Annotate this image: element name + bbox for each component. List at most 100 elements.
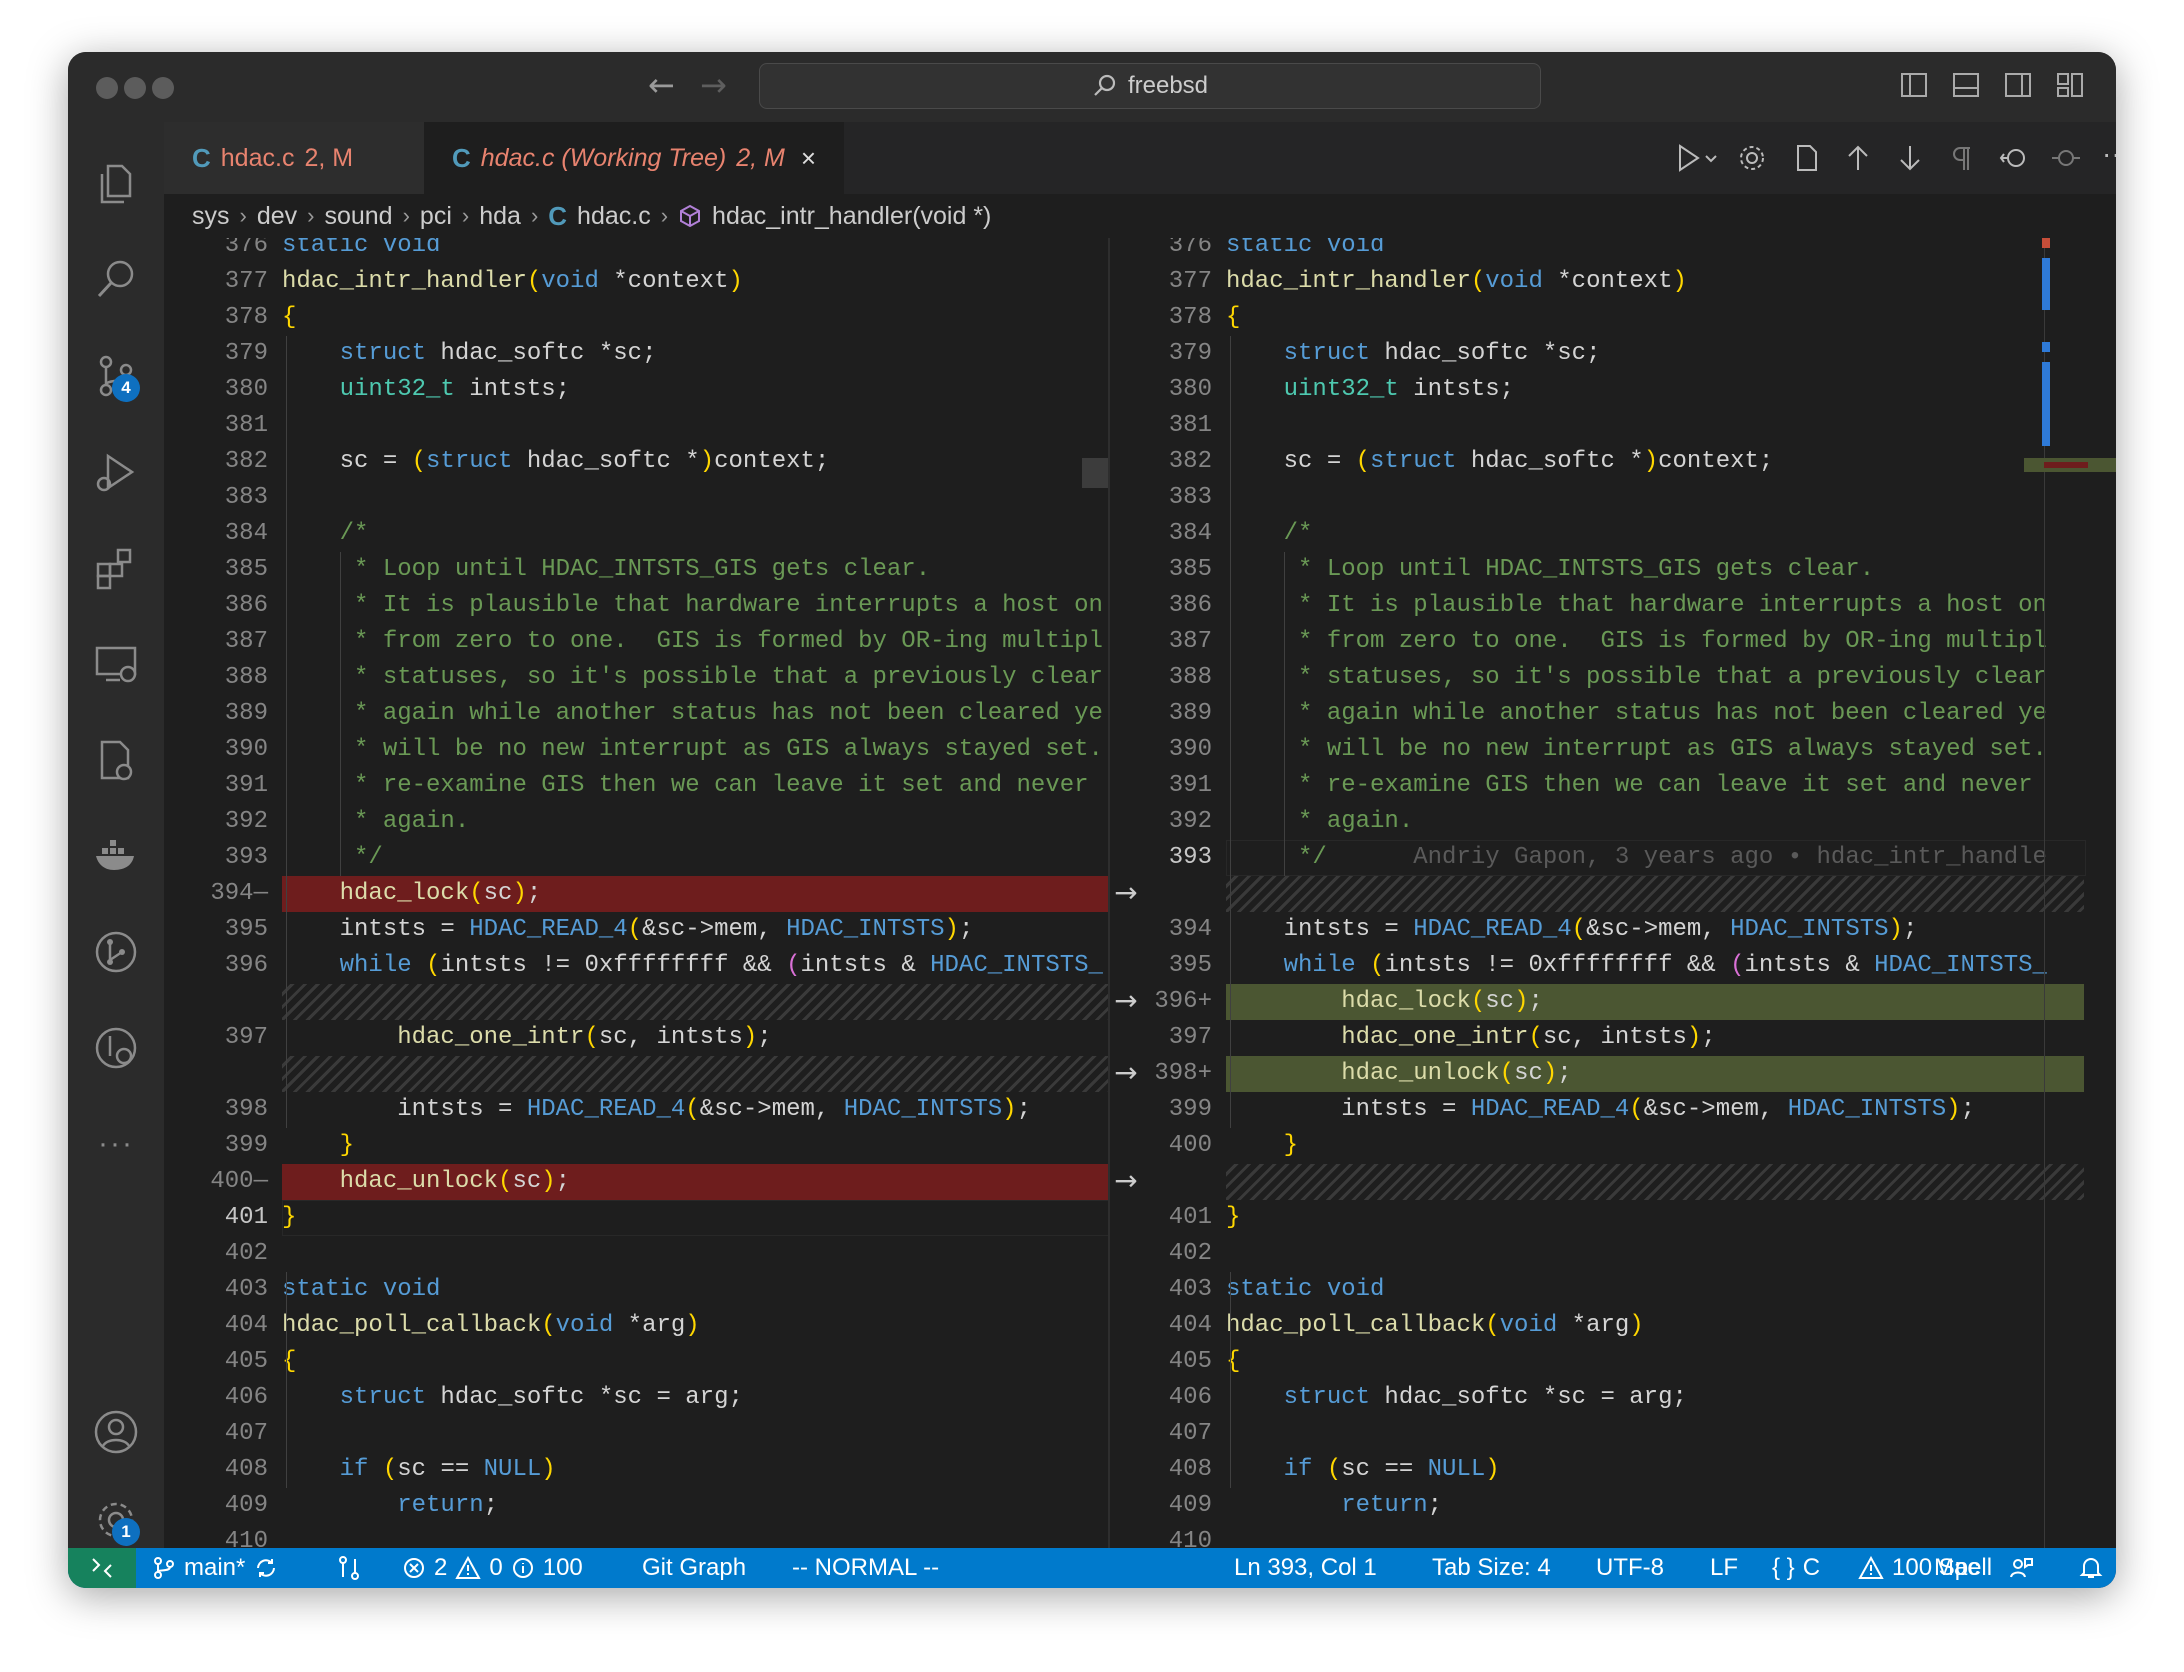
code-line[interactable]: 401} (164, 1199, 1108, 1236)
code-line[interactable]: 391 * re-examine GIS then we can leave i… (164, 768, 1108, 804)
more-views-button[interactable]: ··· (88, 1116, 144, 1172)
code-line[interactable]: 385 * Loop until HDAC_INTSTS_GIS gets cl… (1108, 552, 2116, 588)
revert-change-arrow-icon[interactable]: → (1108, 984, 1144, 1017)
code-line[interactable]: 376 static void (1108, 238, 2116, 264)
code-line[interactable]: 390 * will be no new interrupt as GIS al… (164, 732, 1108, 768)
code-line[interactable]: 391 * re-examine GIS then we can leave i… (1108, 768, 2116, 804)
code-line[interactable]: 408 if (sc == NULL) (1108, 1452, 2116, 1488)
command-center-search[interactable]: freebsd (759, 63, 1541, 109)
code-line[interactable]: 389 * again while another status has not… (1108, 696, 2116, 732)
code-line[interactable]: 401} (1108, 1200, 2116, 1236)
code-line[interactable]: 403 static void (1108, 1272, 2116, 1308)
breadcrumb-dev[interactable]: dev (257, 202, 297, 231)
code-line[interactable]: 385 * Loop until HDAC_INTSTS_GIS gets cl… (164, 552, 1108, 588)
language-status[interactable]: { } C (1772, 1548, 1820, 1588)
code-line[interactable]: 389 * again while another status has not… (164, 696, 1108, 732)
customize-layout-icon[interactable] (2055, 70, 2085, 100)
live-share-status[interactable] (2008, 1548, 2034, 1588)
breadcrumb-sys[interactable]: sys (192, 202, 230, 231)
code-line[interactable]: 395 while (intsts != 0xffffffff && (ints… (1108, 948, 2116, 984)
toggle-inline-icon[interactable] (2050, 142, 2082, 174)
code-line[interactable]: 388 * statuses, so it's possible that a … (1108, 660, 2116, 696)
toggle-secondary-sidebar-icon[interactable] (2003, 70, 2033, 100)
tab-size-status[interactable]: Tab Size: 4 (1432, 1548, 1551, 1588)
code-line[interactable]: 377 hdac_intr_handler(void *context) (1108, 264, 2116, 300)
breadcrumb-file[interactable]: hdac.c (577, 202, 651, 231)
code-line[interactable]: 399 } (164, 1128, 1108, 1164)
revert-icon[interactable] (1998, 142, 2030, 174)
pilcrow-icon[interactable] (1946, 142, 1978, 174)
search-view-button[interactable] (88, 252, 144, 308)
git-history-button[interactable] (88, 1020, 144, 1076)
explorer-button[interactable] (88, 156, 144, 212)
code-line[interactable]: 394— hdac_lock(sc); (164, 875, 1108, 912)
git-graph-status[interactable]: Git Graph (642, 1548, 746, 1588)
code-line[interactable]: 376 static void (164, 238, 1108, 264)
tab-hdac-c[interactable]: C hdac.c 2, M (164, 122, 424, 194)
tab-hdac-c-working-tree[interactable]: C hdac.c (Working Tree) 2, M × (424, 122, 844, 194)
code-line[interactable]: 392 * again. (164, 804, 1108, 840)
breadcrumb-symbol[interactable]: hdac_intr_handler(void *) (712, 202, 991, 231)
diff-editor-original[interactable]: 376 static void 377 hdac_intr_handler(void … (164, 238, 1108, 1548)
test-explorer-button[interactable] (88, 732, 144, 788)
code-line[interactable]: 381 (164, 408, 1108, 444)
code-line[interactable]: 408 if (sc == NULL) (164, 1452, 1108, 1488)
git-lens-status[interactable] (336, 1548, 362, 1588)
code-line[interactable]: 397 hdac_one_intr(sc, intsts); (164, 1020, 1108, 1056)
revert-change-arrow-icon[interactable]: → (1108, 1056, 1144, 1089)
run-debug-button[interactable] (88, 444, 144, 500)
encoding-status[interactable]: UTF-8 (1596, 1548, 1664, 1588)
platform-status[interactable]: Mac (1934, 1548, 1979, 1588)
extensions-button[interactable] (88, 540, 144, 596)
breadcrumb-sound[interactable]: sound (324, 202, 392, 231)
code-line[interactable]: 395 intsts = HDAC_READ_4(&sc->mem, HDAC_… (164, 912, 1108, 948)
code-line[interactable]: 396+ hdac_lock(sc); (1108, 983, 2116, 1020)
code-line[interactable]: 397 hdac_one_intr(sc, intsts); (1108, 1020, 2116, 1056)
code-line[interactable]: 403 static void (164, 1272, 1108, 1308)
code-line[interactable]: 390 * will be no new interrupt as GIS al… (1108, 732, 2116, 768)
open-file-icon[interactable] (1790, 142, 1822, 174)
previous-change-icon[interactable] (1842, 142, 1874, 174)
code-line[interactable]: 406 struct hdac_softc *sc = arg; (1108, 1380, 2116, 1416)
code-line[interactable]: 396 while (intsts != 0xffffffff && (ints… (164, 948, 1108, 984)
code-line[interactable]: 404 hdac_poll_callback(void *arg) (164, 1308, 1108, 1344)
code-line[interactable]: 377 hdac_intr_handler(void *context) (164, 264, 1108, 300)
git-graph-button[interactable] (88, 924, 144, 980)
minimize-window-dot[interactable] (124, 77, 146, 99)
maximize-window-dot[interactable] (152, 77, 174, 99)
code-line[interactable]: 400 } (1108, 1128, 2116, 1164)
code-line[interactable]: 410 (1108, 1524, 2116, 1548)
forward-arrow-icon[interactable]: → (700, 66, 727, 104)
left-scrollbar-thumb[interactable] (1082, 458, 1108, 488)
diff-editor-modified[interactable]: 376 static void 377 hdac_intr_handler(void … (1108, 238, 2116, 1548)
code-line[interactable]: 383 (1108, 480, 2116, 516)
code-line[interactable]: 405 { (164, 1344, 1108, 1380)
code-line[interactable]: 402 (1108, 1236, 2116, 1272)
code-line[interactable]: 393 */ Andriy Gapon, 3 years ago • hdac_… (1108, 839, 2116, 876)
code-line[interactable]: 387 * from zero to one. GIS is formed by… (164, 624, 1108, 660)
code-line[interactable]: 384 /* (1108, 516, 2116, 552)
code-line[interactable]: 400— hdac_unlock(sc); (164, 1163, 1108, 1200)
code-line[interactable]: 384 /* (164, 516, 1108, 552)
code-line[interactable]: 380 uint32_t intsts; (1108, 372, 2116, 408)
cursor-position-status[interactable]: Ln 393, Col 1 (1234, 1548, 1377, 1588)
remote-indicator[interactable] (68, 1548, 136, 1588)
branch-status[interactable]: main* (152, 1548, 279, 1588)
code-line[interactable]: 379 struct hdac_softc *sc; (1108, 336, 2116, 372)
code-line[interactable]: 379 struct hdac_softc *sc; (164, 336, 1108, 372)
code-line[interactable]: 399 intsts = HDAC_READ_4(&sc->mem, HDAC_… (1108, 1092, 2116, 1128)
code-line[interactable]: 381 (1108, 408, 2116, 444)
next-change-icon[interactable] (1894, 142, 1926, 174)
revert-change-arrow-icon[interactable]: → (1108, 1164, 1144, 1197)
code-line[interactable]: 383 (164, 480, 1108, 516)
code-line[interactable]: 380 uint32_t intsts; (164, 372, 1108, 408)
notifications-status[interactable] (2078, 1548, 2104, 1588)
code-line[interactable]: 404 hdac_poll_callback(void *arg) (1108, 1308, 2116, 1344)
back-arrow-icon[interactable]: ← (648, 66, 675, 104)
close-tab-icon[interactable]: × (801, 143, 816, 174)
code-line[interactable]: 409 return; (1108, 1488, 2116, 1524)
code-line[interactable]: 410 (164, 1524, 1108, 1548)
code-line[interactable]: 405 { (1108, 1344, 2116, 1380)
remote-explorer-button[interactable] (88, 636, 144, 692)
code-line[interactable]: 409 return; (164, 1488, 1108, 1524)
